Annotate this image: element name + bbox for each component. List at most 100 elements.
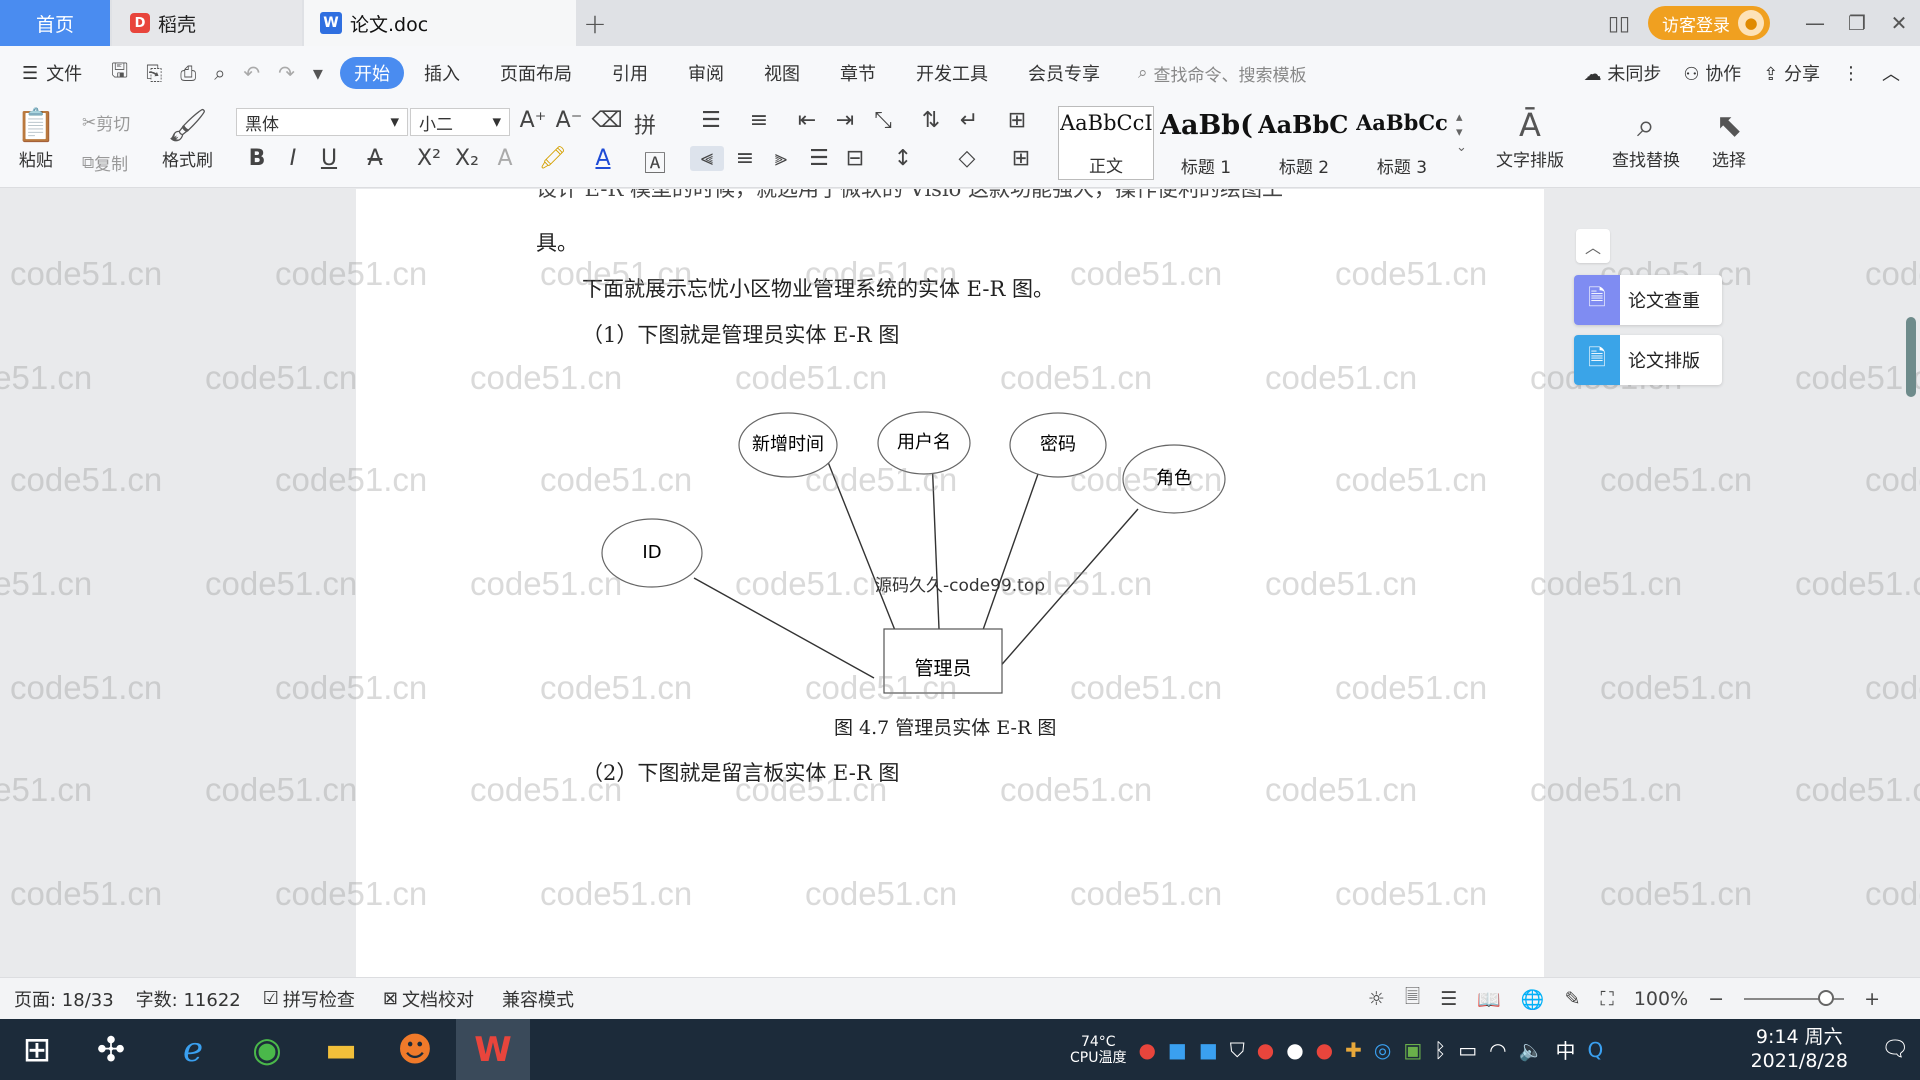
underline-icon[interactable]: U	[312, 146, 346, 171]
tab-home[interactable]: 首页	[0, 0, 110, 46]
justify-icon[interactable]: ☰	[802, 146, 836, 171]
attr-username[interactable]: 用户名	[877, 411, 971, 475]
volume-icon[interactable]: 🔈	[1519, 1038, 1544, 1062]
style-normal[interactable]: AaBbCcI 正文	[1058, 106, 1154, 180]
save-icon[interactable]: 🖫	[102, 56, 137, 90]
tray-app-icon[interactable]: ■	[1168, 1038, 1187, 1062]
paste-button[interactable]: 📋 粘贴	[16, 108, 56, 171]
paper-check-button[interactable]: 🗎 论文查重	[1574, 275, 1722, 325]
fit-page-icon[interactable]: ⛶	[1601, 988, 1614, 1010]
shading-icon[interactable]: ◇	[950, 146, 984, 171]
doc-proof-button[interactable]: ⊠ 文档校对	[383, 986, 474, 1012]
zoom-in-icon[interactable]: +	[1864, 988, 1880, 1010]
table-tools-icon[interactable]: ⊞	[1000, 108, 1034, 133]
tray-app-icon[interactable]: ●	[1138, 1038, 1155, 1062]
menu-chapter[interactable]: 章节	[820, 57, 896, 89]
attr-id[interactable]: ID	[601, 518, 703, 588]
line-spacing-icon[interactable]: ↕	[886, 146, 920, 171]
entity-manager[interactable]: 管理员	[883, 628, 1003, 694]
more-dropdown-icon[interactable]: ▾	[304, 61, 332, 85]
outline-view-icon[interactable]: ☰	[1440, 988, 1457, 1010]
input-method[interactable]: 中	[1555, 1035, 1575, 1064]
scrollbar-thumb[interactable]	[1906, 317, 1916, 397]
pinwheel-app-icon[interactable]: ✣	[74, 1019, 148, 1080]
web-view-icon[interactable]: 🌐	[1521, 988, 1545, 1011]
grow-font-icon[interactable]: A⁺	[516, 108, 550, 133]
pen-icon[interactable]: ✎	[1565, 988, 1581, 1010]
reading-view-icon[interactable]: 📖	[1477, 988, 1501, 1011]
clear-format-icon[interactable]: ⌫	[590, 108, 624, 133]
word-count[interactable]: 字数: 11622	[136, 986, 241, 1012]
eye-protection-icon[interactable]: ☼	[1368, 988, 1385, 1010]
font-size-select[interactable]: 小二 ▾	[410, 108, 510, 136]
tray-app-icon[interactable]: ◎	[1374, 1038, 1391, 1062]
tab-document[interactable]: W 论文.doc	[304, 0, 576, 46]
styles-scroll-icon[interactable]: ▴ ▾ ⌄	[1456, 110, 1467, 155]
shield-icon[interactable]: ⛉	[1230, 1038, 1245, 1062]
file-menu[interactable]: ☰ 文件	[0, 57, 102, 89]
sort-icon[interactable]: ⇅	[914, 108, 948, 133]
collapse-ribbon-icon[interactable]: ︿	[1882, 60, 1900, 86]
font-name-select[interactable]: 黑体 ▾	[236, 108, 408, 136]
tray-app-icon[interactable]: ●	[1257, 1038, 1274, 1062]
output-icon[interactable]: ⎘	[137, 61, 171, 85]
game-app-icon[interactable]: ☻	[378, 1019, 452, 1080]
align-right-icon[interactable]: ⫸	[764, 146, 798, 171]
font-color-icon[interactable]: A	[586, 146, 620, 171]
distributed-icon[interactable]: ⊟	[838, 146, 872, 171]
ie-browser-icon[interactable]: ℯ	[156, 1019, 230, 1080]
bluetooth-icon[interactable]: ᛒ	[1434, 1038, 1446, 1062]
cpu-temp-widget[interactable]: 74°C CPU温度	[1070, 1034, 1126, 1066]
tab-daoke[interactable]: D 稻壳	[112, 0, 302, 46]
undo-icon[interactable]: ↶	[234, 61, 269, 85]
tray-app-icon[interactable]: ✚	[1345, 1038, 1362, 1062]
style-heading-3[interactable]: AaBbCcl 标题 3	[1354, 106, 1450, 180]
er-diagram[interactable]: ID 新增时间 用户名 密码角色 管理员 源码久久-code99.top	[570, 363, 1330, 723]
menu-review[interactable]: 审阅	[668, 57, 744, 89]
align-center-icon[interactable]: ≡	[728, 146, 762, 171]
format-painter-button[interactable]: 🖌 格式刷	[162, 108, 213, 171]
shrink-font-icon[interactable]: A⁻	[552, 108, 586, 133]
attr-role[interactable]: 角色	[1122, 444, 1226, 514]
print-preview-icon[interactable]: ⌕	[205, 61, 234, 85]
select-button[interactable]: ⬉ 选择	[1712, 108, 1746, 171]
file-explorer-icon[interactable]: ▬	[304, 1019, 378, 1080]
paper-layout-button[interactable]: 🗎 论文排版	[1574, 335, 1722, 385]
clock[interactable]: 9:14 周六 2021/8/28	[1751, 1025, 1848, 1073]
page-view-icon[interactable]: 🗏	[1405, 983, 1420, 1015]
char-border-icon[interactable]: 🄰	[638, 146, 672, 178]
attr-password[interactable]: 密码	[1009, 412, 1107, 478]
tray-app-icon[interactable]: ●	[1316, 1038, 1333, 1062]
menu-page-layout[interactable]: 页面布局	[480, 57, 592, 89]
find-replace-button[interactable]: ⌕ 查找替换	[1612, 108, 1680, 171]
attr-created-time[interactable]: 新增时间	[738, 412, 838, 478]
qq-icon[interactable]: Q	[1587, 1038, 1603, 1062]
layout-switch-icon[interactable]: ▯▯	[1598, 0, 1640, 46]
menu-insert[interactable]: 插入	[404, 57, 480, 89]
panel-collapse-icon[interactable]: ︿	[1576, 229, 1610, 263]
text-layout-button[interactable]: Ā 文字排版	[1496, 108, 1564, 171]
zoom-level[interactable]: 100%	[1634, 988, 1688, 1010]
italic-icon[interactable]: I	[276, 146, 310, 171]
style-heading-2[interactable]: AaBbC 标题 2	[1256, 106, 1352, 180]
text-effect-icon[interactable]: A	[488, 146, 522, 171]
strikethrough-icon[interactable]: A	[358, 146, 392, 171]
close-button[interactable]: ✕	[1878, 0, 1920, 46]
visitor-login-button[interactable]: 访客登录 ●	[1648, 6, 1770, 40]
superscript-icon[interactable]: X²	[412, 146, 446, 171]
sync-button[interactable]: ☁ 未同步	[1584, 60, 1662, 86]
increase-indent-icon[interactable]: ⇥	[828, 108, 862, 133]
menu-references[interactable]: 引用	[592, 57, 668, 89]
notification-icon[interactable]: 🗨	[1870, 1019, 1920, 1080]
document-area[interactable]: 设计 E-R 模型的时候，就选用了微软的 Visio 这款功能强大，操作便利的绘…	[0, 189, 1920, 977]
decrease-indent-icon[interactable]: ⇤	[790, 108, 824, 133]
pinyin-guide-icon[interactable]: 拼	[628, 108, 662, 140]
start-windows-icon[interactable]: ⊞	[0, 1019, 74, 1080]
vertical-scrollbar[interactable]	[1906, 189, 1916, 977]
bold-icon[interactable]: B	[240, 146, 274, 171]
zoom-out-icon[interactable]: −	[1708, 988, 1724, 1010]
menu-view[interactable]: 视图	[744, 57, 820, 89]
subscript-icon[interactable]: X₂	[450, 146, 484, 171]
bullet-list-icon[interactable]: ☰	[694, 108, 728, 133]
copy-button[interactable]: ⧉ 复制	[82, 150, 128, 176]
